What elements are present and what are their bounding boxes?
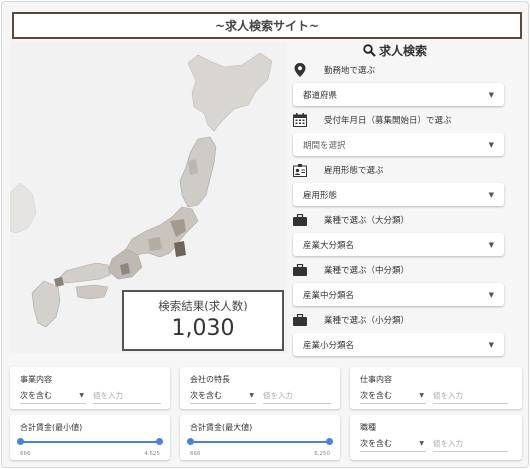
filter-label: 合計賃金(最小値) <box>20 423 83 432</box>
filter-label: 職種 <box>360 423 376 432</box>
filter-max-wage: 合計賃金(最大値) 666 6,250 <box>180 415 340 460</box>
map-pin-icon <box>292 62 308 78</box>
prefecture-select[interactable]: 都道府県 ▼ <box>293 83 504 106</box>
filter-label: 合計賃金(最大値) <box>190 423 253 432</box>
value-input[interactable]: 値を入力 <box>433 388 508 404</box>
operator-select[interactable]: 次を含む ▼ <box>20 388 86 404</box>
slider-min-label: 666 <box>190 451 201 457</box>
caret-down-icon: ▼ <box>488 290 494 299</box>
region-hokkaido[interactable] <box>187 52 273 132</box>
slider-track <box>190 441 332 443</box>
filter-company-features: 会社の特長 次を含む ▼ 値を入力 <box>180 367 340 409</box>
filter-label: 勤務地で選ぶ <box>324 66 376 76</box>
slider-max-handle[interactable] <box>326 438 333 445</box>
filter-job-content: 仕事内容 次を含む ▼ 値を入力 <box>350 367 522 409</box>
operator-select[interactable]: 次を含む ▼ <box>360 388 426 404</box>
filter-label: 受付年月日（募集開始日）で選ぶ <box>324 116 452 126</box>
result-count: 1,030 <box>171 316 235 341</box>
filter-label: 仕事内容 <box>360 375 392 384</box>
filter-employment-type: 雇用形態で選ぶ 雇用形態 ▼ <box>290 162 522 206</box>
region-tohoku[interactable] <box>179 136 217 208</box>
operator-select[interactable]: 次を含む ▼ <box>190 388 256 404</box>
search-panel: 求人検索 勤務地で選ぶ 都道府県 ▼ 受付年月日（募集開始日）で選ぶ 期間を選択… <box>290 42 522 356</box>
id-badge-icon <box>292 162 308 178</box>
site-title-bar: ~求人検索サイト~ <box>12 12 522 39</box>
select-value: 産業大分類名 <box>303 240 355 251</box>
caret-down-icon: ▼ <box>79 392 84 399</box>
value-input[interactable]: 値を入力 <box>263 388 331 404</box>
slider-min-handle[interactable] <box>17 438 24 445</box>
value-input[interactable]: 値を入力 <box>93 388 161 404</box>
search-heading: 求人検索 <box>363 42 427 59</box>
region-kyushu[interactable] <box>31 280 61 328</box>
region-chubu-kanto[interactable] <box>125 206 199 258</box>
briefcase-icon <box>292 312 308 328</box>
result-count-box: 検索結果(求人数) 1,030 <box>122 290 284 351</box>
filter-label: 雇用形態で選ぶ <box>324 166 384 176</box>
filter-min-wage: 合計賃金(最小値) 666 4,625 <box>10 415 170 460</box>
filter-industry-major: 業種で選ぶ（大分類） 産業大分類名 ▼ <box>290 212 522 256</box>
period-select[interactable]: 期間を選択 ▼ <box>293 133 504 156</box>
filter-business-content: 事業内容 次を含む ▼ 値を入力 <box>10 367 170 409</box>
filter-industry-middle: 業種で選ぶ（中分類） 産業中分類名 ▼ <box>290 262 522 306</box>
caret-down-icon: ▼ <box>488 140 494 149</box>
slider-min-label: 666 <box>20 451 31 457</box>
caret-down-icon: ▼ <box>419 392 424 399</box>
select-value: 都道府県 <box>303 90 338 101</box>
filter-label: 業種で選ぶ（大分類） <box>324 216 410 226</box>
select-value: 産業中分類名 <box>303 290 355 301</box>
industry-minor-select[interactable]: 産業小分類名 ▼ <box>293 333 504 356</box>
filter-label: 業種で選ぶ（中分類） <box>324 266 410 276</box>
filter-label: 事業内容 <box>20 375 52 384</box>
caret-down-icon: ▼ <box>249 392 254 399</box>
app-frame: ~求人検索サイト~ 検索結果(求人数) 1,030 求人検索 勤務地で選ぶ 都道… <box>1 1 529 468</box>
briefcase-icon <box>292 262 308 278</box>
filter-label: 業種で選ぶ（小分類） <box>324 316 410 326</box>
caret-down-icon: ▼ <box>419 440 424 447</box>
search-icon <box>363 44 376 57</box>
region-chugoku[interactable] <box>57 262 111 284</box>
value-input[interactable]: 値を入力 <box>433 436 508 452</box>
slider-max-handle[interactable] <box>156 438 163 445</box>
filter-industry-minor: 業種で選ぶ（小分類） 産業小分類名 ▼ <box>290 312 522 356</box>
filter-location: 勤務地で選ぶ 都道府県 ▼ <box>290 62 522 106</box>
slider-max-label: 6,250 <box>314 451 330 457</box>
result-label: 検索結果(求人数) <box>158 299 248 313</box>
select-value: 期間を選択 <box>303 140 346 151</box>
calendar-icon <box>292 112 308 128</box>
slider-min-handle[interactable] <box>187 438 194 445</box>
caret-down-icon: ▼ <box>488 340 494 349</box>
industry-middle-select[interactable]: 産業中分類名 ▼ <box>293 283 504 306</box>
slider-track <box>20 441 162 443</box>
filter-occupation: 職種 次を含む ▼ 値を入力 <box>350 415 522 460</box>
filter-date: 受付年月日（募集開始日）で選ぶ 期間を選択 ▼ <box>290 112 522 156</box>
operator-select[interactable]: 次を含む ▼ <box>360 436 426 452</box>
employment-type-select[interactable]: 雇用形態 ▼ <box>293 183 504 206</box>
region-shikoku[interactable] <box>75 284 109 300</box>
search-heading-text: 求人検索 <box>379 44 428 58</box>
select-value: 産業小分類名 <box>303 340 355 351</box>
filter-label: 会社の特長 <box>190 375 230 384</box>
caret-down-icon: ▼ <box>488 190 494 199</box>
slider-max-label: 4,625 <box>144 451 160 457</box>
caret-down-icon: ▼ <box>488 90 494 99</box>
briefcase-icon <box>292 212 308 228</box>
industry-major-select[interactable]: 産業大分類名 ▼ <box>293 233 504 256</box>
select-value: 雇用形態 <box>303 190 338 201</box>
caret-down-icon: ▼ <box>488 240 494 249</box>
site-title: ~求人検索サイト~ <box>214 19 320 33</box>
